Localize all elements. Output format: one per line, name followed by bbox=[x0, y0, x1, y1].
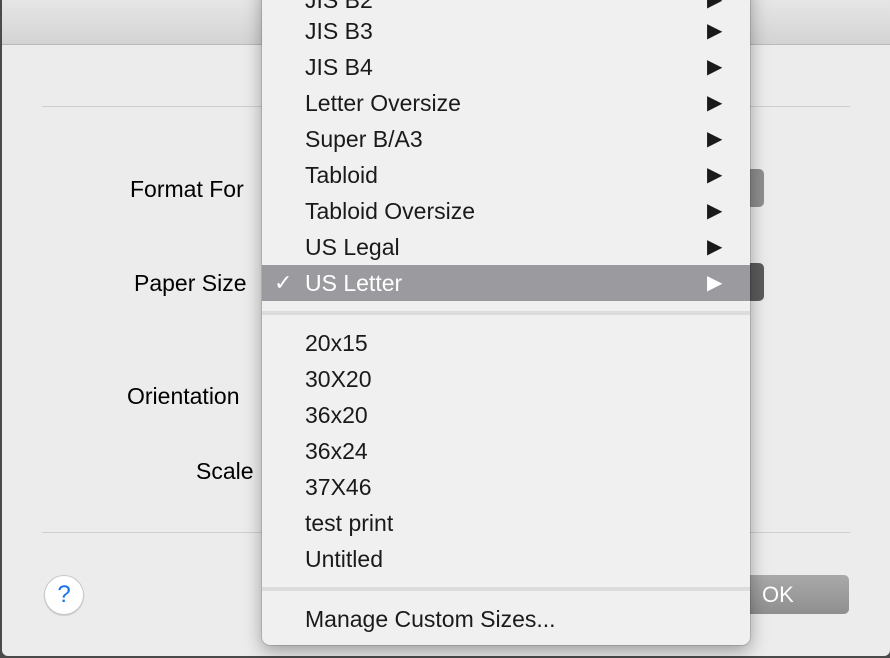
menu-item-label: Tabloid bbox=[305, 162, 378, 188]
submenu-arrow-icon: ▶ bbox=[707, 128, 723, 150]
menu-item-label: test print bbox=[305, 510, 394, 536]
menu-item-label: JIS B4 bbox=[305, 54, 373, 80]
menu-item-label: 37X46 bbox=[305, 474, 372, 500]
menu-item-20x15[interactable]: 20x15 bbox=[262, 325, 750, 361]
submenu-arrow-icon: ▶ bbox=[707, 200, 723, 222]
format-for-label: Format For bbox=[130, 176, 244, 202]
help-button[interactable]: ? bbox=[44, 575, 84, 615]
menu-item-label: 20x15 bbox=[305, 330, 368, 356]
scale-label: Scale bbox=[196, 458, 254, 484]
menu-item-label: Manage Custom Sizes... bbox=[305, 606, 556, 632]
menu-item-label: 36x24 bbox=[305, 438, 368, 464]
menu-item-letter-oversize[interactable]: Letter Oversize ▶ bbox=[262, 85, 750, 121]
menu-separator bbox=[262, 311, 750, 315]
menu-item-us-letter[interactable]: ✓ US Letter ▶ bbox=[262, 265, 750, 301]
menu-item-30x20[interactable]: 30X20 bbox=[262, 361, 750, 397]
paper-size-menu: JIS B2 ▶ JIS B3 ▶ JIS B4 ▶ Letter Oversi… bbox=[262, 0, 750, 645]
menu-item-label: 36x20 bbox=[305, 402, 368, 428]
submenu-arrow-icon: ▶ bbox=[707, 20, 723, 42]
menu-item-tabloid[interactable]: Tabloid ▶ bbox=[262, 157, 750, 193]
menu-item-label: 30X20 bbox=[305, 366, 372, 392]
menu-item-test-print[interactable]: test print bbox=[262, 505, 750, 541]
menu-item-jis-b4[interactable]: JIS B4 ▶ bbox=[262, 49, 750, 85]
menu-item-tabloid-oversize[interactable]: Tabloid Oversize ▶ bbox=[262, 193, 750, 229]
menu-item-36x20[interactable]: 36x20 bbox=[262, 397, 750, 433]
menu-item-jis-b3[interactable]: JIS B3 ▶ bbox=[262, 13, 750, 49]
menu-item-label: Tabloid Oversize bbox=[305, 198, 476, 224]
menu-item-manage-custom-sizes[interactable]: Manage Custom Sizes... bbox=[262, 601, 750, 637]
checkmark-icon: ✓ bbox=[274, 270, 293, 295]
orientation-label: Orientation bbox=[127, 383, 240, 409]
menu-item-37x46[interactable]: 37X46 bbox=[262, 469, 750, 505]
menu-item-label: Untitled bbox=[305, 546, 383, 572]
menu-item-label: JIS B3 bbox=[305, 18, 373, 44]
menu-separator bbox=[262, 587, 750, 591]
menu-item-label: Letter Oversize bbox=[305, 90, 461, 116]
submenu-arrow-icon: ▶ bbox=[707, 164, 723, 186]
menu-item-label: Super B/A3 bbox=[305, 126, 423, 152]
menu-item-label: US Legal bbox=[305, 234, 400, 260]
submenu-arrow-icon: ▶ bbox=[707, 236, 723, 258]
menu-item-36x24[interactable]: 36x24 bbox=[262, 433, 750, 469]
submenu-arrow-icon: ▶ bbox=[707, 56, 723, 78]
submenu-arrow-icon: ▶ bbox=[707, 272, 723, 294]
submenu-arrow-icon: ▶ bbox=[707, 92, 723, 114]
paper-size-label: Paper Size bbox=[134, 270, 247, 296]
menu-item-untitled[interactable]: Untitled bbox=[262, 541, 750, 577]
menu-item-label: US Letter bbox=[305, 270, 403, 296]
menu-item-super-b-a3[interactable]: Super B/A3 ▶ bbox=[262, 121, 750, 157]
menu-item-us-legal[interactable]: US Legal ▶ bbox=[262, 229, 750, 265]
